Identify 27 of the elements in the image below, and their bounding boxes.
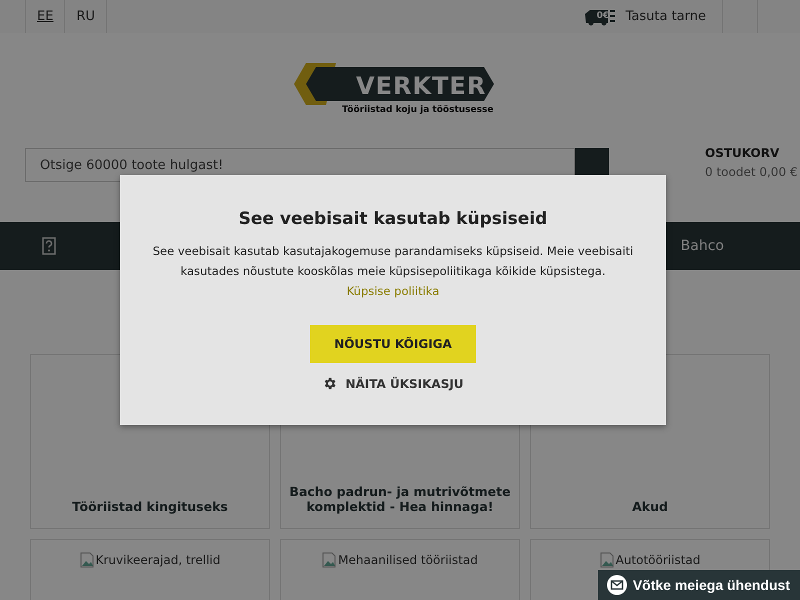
- language-link[interactable]: RU: [64, 0, 107, 33]
- help-icon[interactable]: [42, 237, 56, 255]
- category-title: Bacho padrun- ja mutrivõtmete komplektid - Hea hinnaga!: [288, 485, 512, 516]
- dialog-text: See veebisait kasutab kasutajakogemuse parandamiseks küpsiseid. Meie veebisaiti kasutades nõustute kooskõlas meie küpsisepoliitikaga kõikide küpsistega. Küpsise poliitika: [152, 243, 634, 300]
- cart-title[interactable]: OSTUKORV: [705, 146, 798, 160]
- dialog-title: See veebisait kasutab küpsiseid: [238, 209, 548, 229]
- accept-button[interactable]: NÕUSTU KÕIGIGA: [310, 325, 476, 363]
- cookie-policy-link[interactable]: Küpsise poliitika: [346, 284, 440, 298]
- image-alt-text: Kruvikeerajad, trellid: [96, 553, 220, 567]
- broken-image-icon: [600, 552, 614, 568]
- mail-icon: [606, 575, 627, 595]
- category-card[interactable]: Kruvikeerajad, trellid: [30, 539, 270, 600]
- price-label: 0€: [596, 10, 610, 20]
- contact-button[interactable]: Võtke meiega ühendust: [598, 570, 800, 600]
- image-alt-text: Mehaanilised tööriistad: [338, 553, 478, 567]
- category-title: Tööriistad kingituseks: [71, 500, 229, 516]
- shipping-label: Tasuta tarne: [626, 9, 706, 24]
- broken-image-icon: [80, 552, 94, 568]
- cart-summary: 0 toodet 0,00 €: [705, 165, 798, 179]
- broken-image-icon: [322, 552, 336, 568]
- language-link[interactable]: EE: [25, 0, 64, 33]
- nav-link[interactable]: Bahco: [680, 238, 724, 254]
- category-title: Akud: [631, 500, 669, 516]
- image-alt-text: Autotööriistad: [616, 553, 700, 567]
- details-button[interactable]: NÄITA ÜKSIKASJU: [316, 375, 470, 392]
- category-card[interactable]: Mehaanilised tööriistad: [280, 539, 520, 600]
- gear-icon: [322, 376, 338, 391]
